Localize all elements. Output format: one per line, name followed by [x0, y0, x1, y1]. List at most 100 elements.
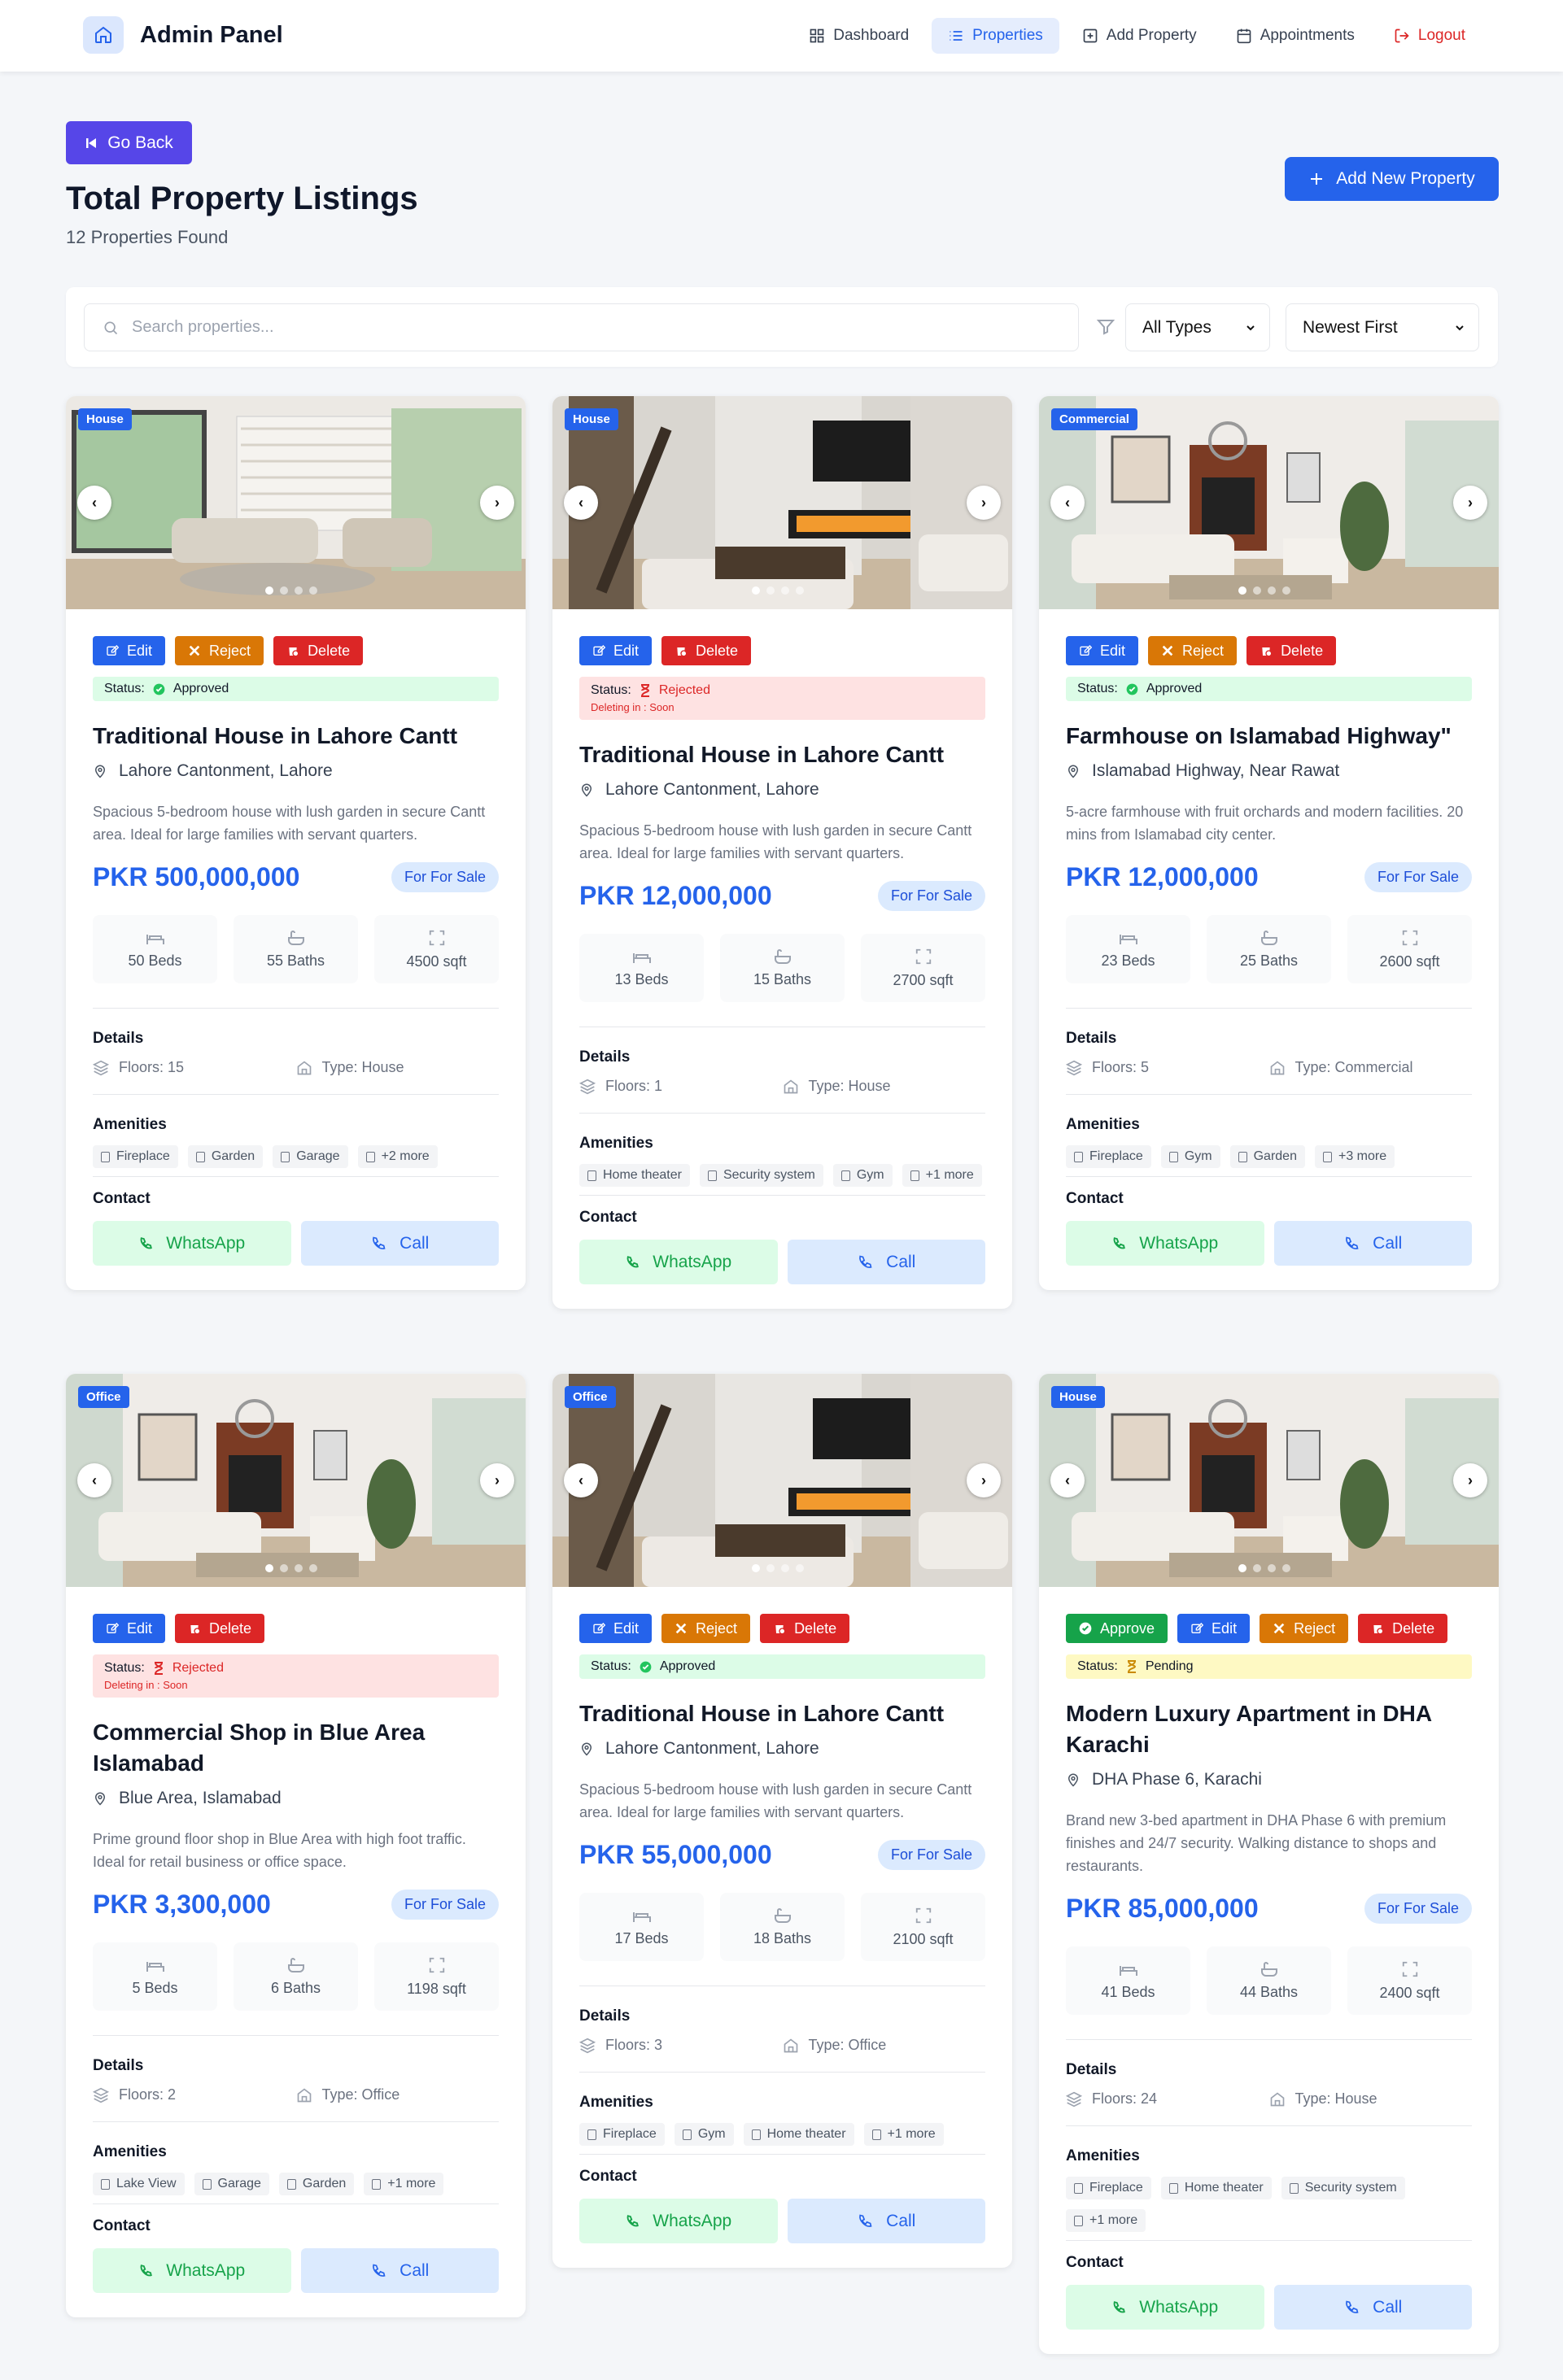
whatsapp-button[interactable]: WhatsApp	[579, 2199, 778, 2243]
image-dot[interactable]	[265, 1564, 273, 1572]
delete-button[interactable]: Delete	[1358, 1614, 1448, 1643]
image-dot[interactable]	[1238, 1564, 1246, 1572]
next-image-button[interactable]: ›	[967, 486, 1001, 520]
contact-row: WhatsApp Call	[579, 1240, 985, 1284]
image-dot[interactable]	[1238, 586, 1246, 595]
whatsapp-button[interactable]: WhatsApp	[579, 1240, 778, 1284]
image-dot[interactable]	[1253, 1564, 1261, 1572]
reject-button[interactable]: Reject	[1260, 1614, 1349, 1643]
call-button[interactable]: Call	[1273, 1221, 1472, 1266]
edit-button[interactable]: Edit	[579, 1614, 653, 1643]
contact-row: WhatsApp Call	[1066, 2285, 1472, 2330]
call-button[interactable]: Call	[300, 1221, 499, 1266]
go-back-button[interactable]: Go Back	[66, 121, 192, 164]
image-dot[interactable]	[796, 586, 804, 595]
property-description: Prime ground floor shop in Blue Area wit…	[93, 1831, 466, 1870]
image-dot[interactable]	[766, 586, 775, 595]
call-button[interactable]: Call	[300, 2248, 499, 2293]
nav-logout[interactable]: Logout	[1377, 18, 1482, 54]
image-dot[interactable]	[309, 1564, 317, 1572]
bath-icon	[1260, 1961, 1277, 1977]
edit-button[interactable]: Edit	[579, 636, 653, 665]
approve-button[interactable]: Approve	[1066, 1614, 1168, 1643]
image-dot[interactable]	[781, 1564, 789, 1572]
image-dot[interactable]	[280, 586, 288, 595]
property-location: Lahore Cantonment, Lahore	[579, 1739, 985, 1759]
delete-button[interactable]: Delete	[175, 1614, 265, 1643]
whatsapp-button[interactable]: WhatsApp	[1066, 1221, 1264, 1266]
next-image-button[interactable]: ›	[480, 486, 514, 520]
prev-image-button[interactable]: ‹	[1050, 486, 1085, 520]
skip-back-icon	[86, 137, 97, 148]
image-dot[interactable]	[781, 586, 789, 595]
whatsapp-button[interactable]: WhatsApp	[93, 2248, 291, 2293]
type-text: Type: House	[321, 1059, 404, 1075]
image-dot[interactable]	[1268, 586, 1276, 595]
image-dot[interactable]	[1282, 586, 1290, 595]
add-new-property-button[interactable]: Add New Property	[1285, 157, 1499, 201]
edit-button[interactable]: Edit	[93, 1614, 166, 1643]
details-row: Floors: 1 Type: House	[579, 1078, 985, 1095]
nav-properties[interactable]: Properties	[932, 18, 1059, 54]
search-input[interactable]	[132, 318, 1027, 337]
search-box[interactable]	[84, 303, 1079, 351]
details-title: Details	[579, 1048, 631, 1066]
prev-image-button[interactable]: ‹	[77, 486, 111, 520]
image-dot[interactable]	[265, 586, 273, 595]
reject-button[interactable]: Reject	[175, 636, 264, 665]
image-dot[interactable]	[295, 1564, 303, 1572]
main-nav: Dashboard Properties Add Property Appoin…	[792, 18, 1482, 54]
image-dot[interactable]	[752, 586, 760, 595]
prev-image-button[interactable]: ‹	[564, 1463, 598, 1497]
status-label: Status:	[1077, 1659, 1118, 1673]
sort-select[interactable]: Newest First	[1286, 303, 1479, 351]
brand[interactable]: Admin Panel	[83, 16, 283, 54]
image-dot[interactable]	[1268, 1564, 1276, 1572]
type-select[interactable]: All Types	[1125, 303, 1270, 351]
next-image-button[interactable]: ›	[1453, 1463, 1487, 1497]
image-dot[interactable]	[1253, 586, 1261, 595]
amenity-icon	[101, 2178, 110, 2190]
image-dot[interactable]	[280, 1564, 288, 1572]
image-dot[interactable]	[766, 1564, 775, 1572]
trash-icon	[1262, 647, 1273, 657]
prev-image-button[interactable]: ‹	[564, 486, 598, 520]
contact-title: Contact	[93, 2217, 151, 2234]
image-dot[interactable]	[796, 1564, 804, 1572]
area-text: 2600 sqft	[1379, 952, 1440, 970]
whatsapp-button[interactable]: WhatsApp	[93, 1221, 291, 1266]
image-dot[interactable]	[295, 586, 303, 595]
image-dot[interactable]	[309, 586, 317, 595]
home-icon	[297, 1060, 311, 1074]
edit-button[interactable]: Edit	[1066, 636, 1139, 665]
nav-appointments[interactable]: Appointments	[1220, 18, 1371, 54]
trash-icon	[775, 1625, 786, 1635]
delete-button[interactable]: Delete	[273, 636, 364, 665]
edit-button[interactable]: Edit	[93, 636, 166, 665]
nav-dashboard[interactable]: Dashboard	[792, 18, 925, 54]
edit-button[interactable]: Edit	[1177, 1614, 1251, 1643]
next-image-button[interactable]: ›	[1453, 486, 1487, 520]
delete-button[interactable]: Delete	[661, 636, 752, 665]
contact-title: Contact	[579, 2168, 637, 2185]
reject-button[interactable]: Reject	[661, 1614, 751, 1643]
delete-button[interactable]: Delete	[760, 1614, 850, 1643]
prev-image-button[interactable]: ‹	[1050, 1463, 1085, 1497]
amenity-chip: +1 more	[1066, 2209, 1146, 2232]
next-image-button[interactable]: ›	[480, 1463, 514, 1497]
image-dot[interactable]	[752, 1564, 760, 1572]
delete-button[interactable]: Delete	[1246, 636, 1337, 665]
nav-add-property[interactable]: Add Property	[1066, 18, 1213, 54]
call-button[interactable]: Call	[787, 1240, 985, 1284]
prev-image-button[interactable]: ‹	[77, 1463, 111, 1497]
floors-text: Floors: 5	[1092, 1059, 1150, 1075]
call-button[interactable]: Call	[1273, 2285, 1472, 2330]
reject-button[interactable]: Reject	[1148, 636, 1238, 665]
image-dot[interactable]	[1282, 1564, 1290, 1572]
whatsapp-button[interactable]: WhatsApp	[1066, 2285, 1264, 2330]
next-image-button[interactable]: ›	[967, 1463, 1001, 1497]
property-title: Modern Luxury Apartment in DHA Karachi	[1066, 1701, 1432, 1757]
call-button[interactable]: Call	[787, 2199, 985, 2243]
area-text: 1198 sqft	[407, 1980, 466, 1997]
amenities-list: Lake View Garage Garden +1 more	[93, 2173, 499, 2204]
